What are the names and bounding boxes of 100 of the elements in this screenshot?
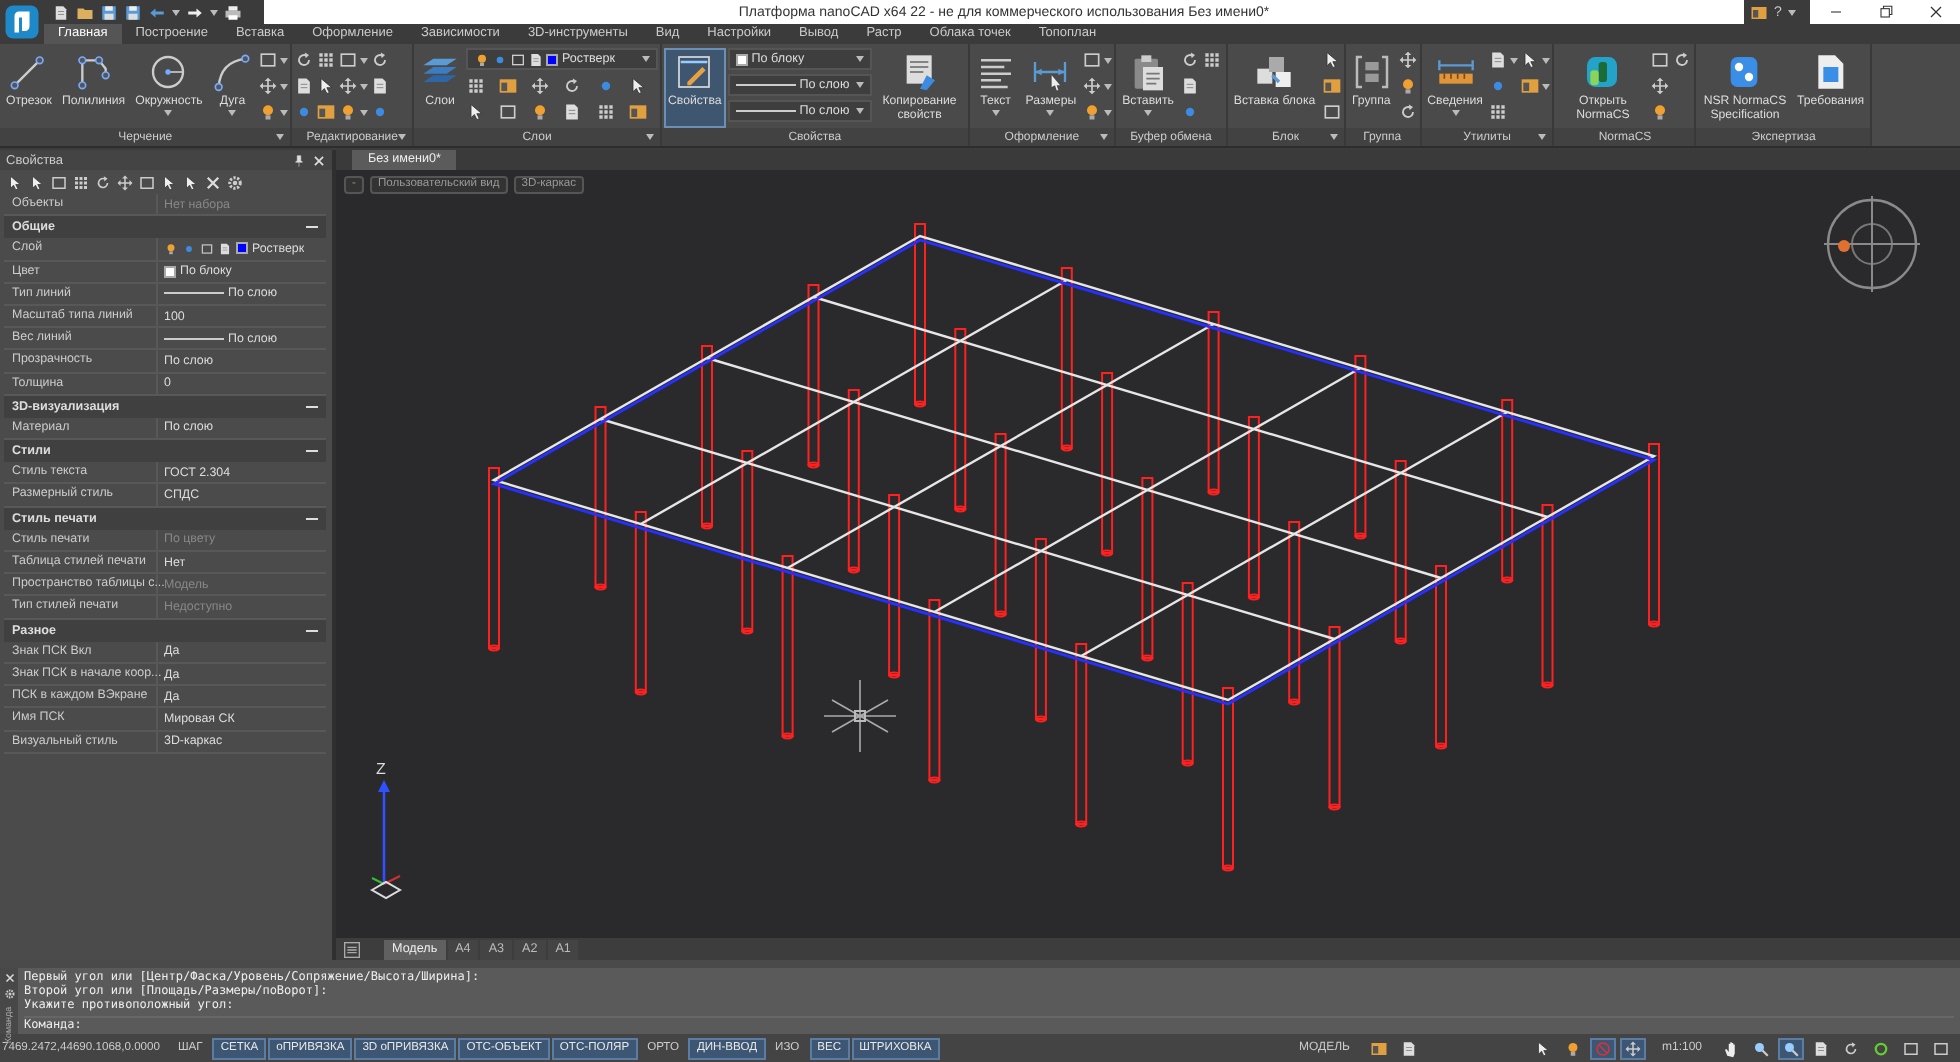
caret-icon [1542, 83, 1551, 89]
redo-icon[interactable] [186, 3, 204, 21]
tool-button[interactable] [294, 74, 315, 98]
search-icon [1752, 1039, 1770, 1057]
tool-button[interactable] [370, 48, 391, 72]
rotate-icon [370, 50, 391, 70]
tool-button[interactable] [316, 48, 337, 72]
tool-button[interactable] [1179, 48, 1200, 72]
tool-button[interactable] [1650, 48, 1671, 72]
save-icon[interactable] [100, 3, 118, 21]
collapse-icon[interactable] [306, 221, 318, 234]
tool-button[interactable] [1650, 100, 1671, 124]
tool-button[interactable] [258, 100, 289, 124]
collapse-icon[interactable] [306, 400, 318, 413]
viewcube-drawing[interactable] [1823, 195, 1921, 293]
grid-icon[interactable] [72, 173, 90, 191]
rectangle-icon [338, 50, 359, 70]
tool-button[interactable] [1397, 100, 1418, 124]
tool-button[interactable] [1397, 48, 1418, 72]
close-icon[interactable] [3, 972, 15, 984]
page-icon[interactable] [52, 3, 70, 21]
rotate-icon [1397, 102, 1418, 122]
pin-icon[interactable] [292, 153, 306, 167]
line-sample [164, 292, 224, 295]
status-button[interactable] [1928, 1037, 1954, 1059]
page-icon [1812, 1039, 1830, 1057]
tool-button[interactable] [370, 74, 391, 98]
close-icon[interactable] [204, 173, 222, 191]
caret-icon[interactable] [1538, 134, 1547, 140]
tool-button[interactable] [338, 74, 369, 98]
tool-button[interactable] [294, 48, 315, 72]
settings-icon[interactable] [226, 173, 244, 191]
rotate-icon[interactable] [94, 173, 112, 191]
caret-icon [210, 9, 218, 15]
tool-button[interactable] [1321, 48, 1342, 72]
caret-icon[interactable] [276, 134, 285, 140]
line-sample [164, 337, 224, 340]
collapse-icon[interactable] [306, 445, 318, 458]
move-icon [338, 76, 359, 96]
tool-button[interactable] [316, 74, 337, 98]
panel-icon [1369, 1039, 1388, 1057]
rectangle-icon [200, 241, 214, 256]
panel-icon [627, 102, 648, 122]
tool-button[interactable] [258, 74, 289, 98]
tool-button[interactable] [1082, 74, 1113, 98]
save-icon[interactable] [124, 3, 142, 21]
grid-icon [595, 102, 616, 122]
menu-icon[interactable] [342, 941, 362, 957]
status-button[interactable] [1619, 1037, 1646, 1059]
grid-icon [466, 76, 486, 96]
tool-button[interactable] [258, 48, 289, 72]
tool-button[interactable] [1179, 74, 1200, 98]
caret-icon[interactable] [398, 134, 406, 140]
panel-icon[interactable] [1750, 3, 1768, 21]
tool-button[interactable] [1672, 48, 1693, 72]
bracket-icon [1351, 52, 1392, 92]
close-icon[interactable] [1925, 2, 1945, 22]
tool-button[interactable] [1321, 74, 1342, 98]
tool-button[interactable] [338, 48, 369, 72]
collapse-icon[interactable] [306, 512, 318, 525]
cursor-icon [1533, 1039, 1552, 1057]
rotate-icon [1179, 50, 1200, 70]
rectangle-icon[interactable] [50, 173, 68, 191]
tool-button[interactable] [338, 100, 369, 124]
tool-button[interactable] [1397, 74, 1418, 98]
line-sample [735, 110, 796, 112]
app-logo-icon[interactable] [4, 4, 40, 40]
tool-button[interactable] [1321, 100, 1342, 124]
tool-button[interactable] [1520, 74, 1551, 98]
print-icon[interactable] [224, 3, 242, 21]
cursor-icon [316, 76, 337, 96]
tool-button[interactable] [1520, 48, 1551, 72]
caret-icon[interactable] [646, 134, 654, 140]
tool-button[interactable] [1488, 48, 1519, 72]
logo-icon [1582, 52, 1623, 92]
tool-button[interactable] [1201, 48, 1222, 72]
close-icon[interactable] [312, 153, 326, 167]
page-icon [218, 241, 232, 256]
caret-icon [360, 57, 369, 63]
tool-button[interactable] [316, 100, 337, 124]
lightbulb-icon [474, 51, 490, 67]
tool-button[interactable] [1082, 100, 1113, 124]
rectangle-icon[interactable] [138, 173, 156, 191]
lightbulb-icon [1397, 76, 1418, 96]
settings-icon[interactable] [3, 988, 15, 1000]
caret-icon[interactable] [1329, 134, 1338, 140]
dot-icon [492, 51, 508, 67]
undo-icon[interactable] [148, 3, 166, 21]
move-icon[interactable] [116, 173, 134, 191]
caret-icon[interactable] [1100, 134, 1109, 140]
cursor-icon [1321, 50, 1342, 70]
collapse-icon[interactable] [306, 624, 318, 637]
move-icon [1397, 50, 1418, 70]
grid-icon [316, 50, 337, 70]
tool-button[interactable] [1650, 74, 1671, 98]
status-button[interactable] [1898, 1037, 1924, 1059]
status-button[interactable] [1778, 1037, 1804, 1059]
lightbulb-icon [338, 102, 359, 122]
tool-button[interactable] [1082, 48, 1113, 72]
restore-icon[interactable] [1875, 2, 1895, 22]
